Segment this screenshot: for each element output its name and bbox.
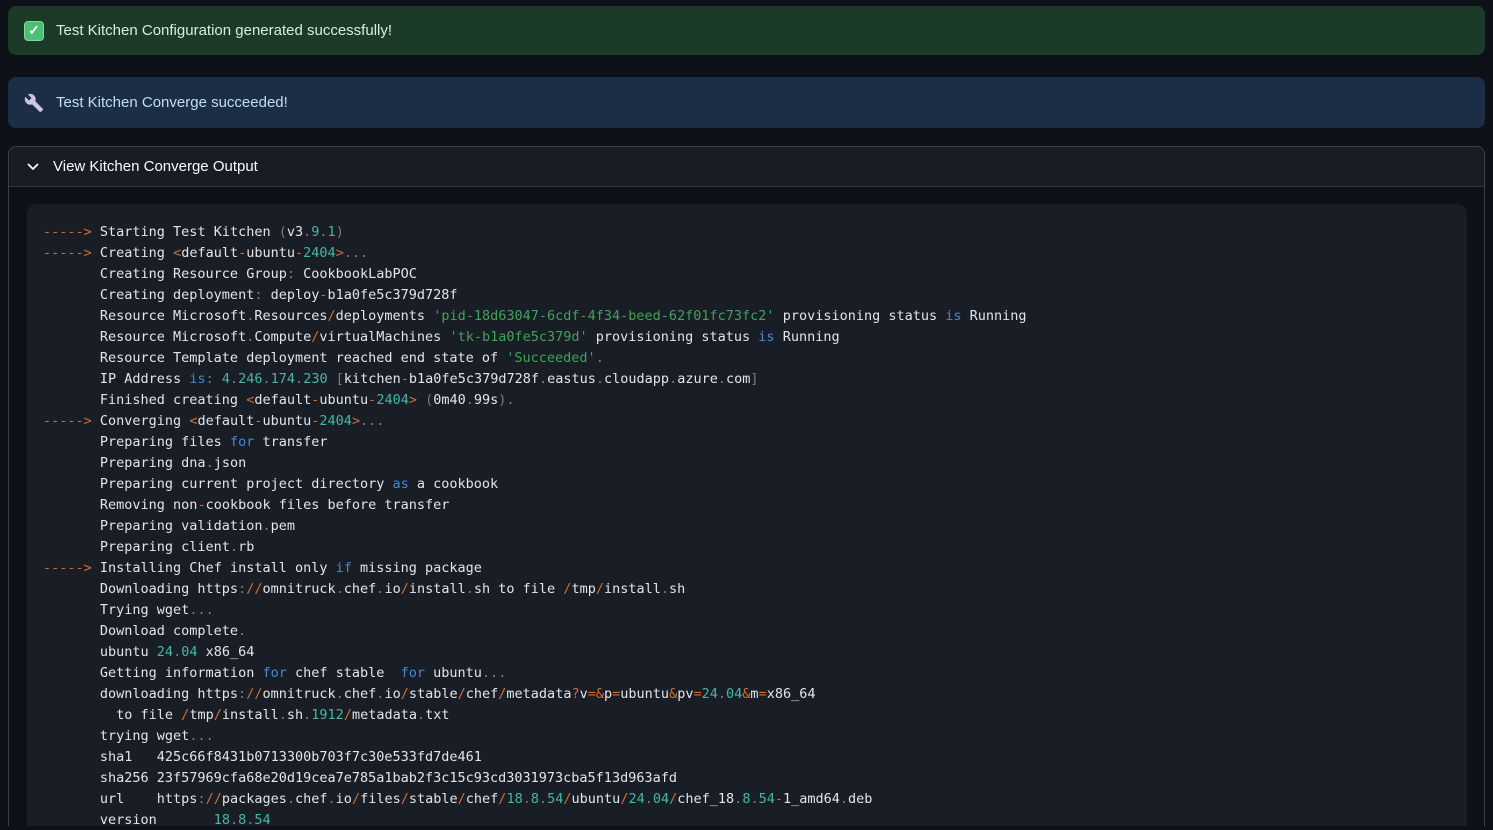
check-icon: ✓ — [24, 21, 44, 41]
code-line: Creating deployment: deploy-b1a0fe5c379d… — [43, 285, 1451, 306]
code-line: downloading https://omnitruck.chef.io/st… — [43, 684, 1451, 705]
code-line: version 18.8.54 — [43, 810, 1451, 826]
expander-label: View Kitchen Converge Output — [53, 158, 258, 175]
converge-output-expander: View Kitchen Converge Output -----> Star… — [8, 146, 1485, 826]
code-line: sha1 425c66f8431b0713300b703f7c30e533fd7… — [43, 747, 1451, 768]
code-line: -----> Starting Test Kitchen (v3.9.1) — [43, 222, 1451, 243]
code-line: IP Address is: 4.246.174.230 [kitchen-b1… — [43, 369, 1451, 390]
code-line: Preparing client.rb — [43, 537, 1451, 558]
code-line: sha256 23f57969cfa68e20d19cea7e785a1bab2… — [43, 768, 1451, 789]
code-line: Trying wget... — [43, 600, 1451, 621]
code-line: Getting information for chef stable for … — [43, 663, 1451, 684]
code-line: trying wget... — [43, 726, 1451, 747]
code-line: -----> Creating <default-ubuntu-2404>... — [43, 243, 1451, 264]
code-line: Preparing current project directory as a… — [43, 474, 1451, 495]
code-line: Finished creating <default-ubuntu-2404> … — [43, 390, 1451, 411]
code-line: Downloading https://omnitruck.chef.io/in… — [43, 579, 1451, 600]
code-line: url https://packages.chef.io/files/stabl… — [43, 789, 1451, 810]
info-banner: Test Kitchen Converge succeeded! — [8, 77, 1485, 128]
code-line: ubuntu 24.04 x86_64 — [43, 642, 1451, 663]
wrench-icon — [24, 93, 44, 113]
terminal-output: -----> Starting Test Kitchen (v3.9.1)---… — [27, 204, 1467, 826]
code-line: Creating Resource Group: CookbookLabPOC — [43, 264, 1451, 285]
code-line: to file /tmp/install.sh.1912/metadata.tx… — [43, 705, 1451, 726]
code-line: -----> Converging <default-ubuntu-2404>.… — [43, 411, 1451, 432]
chevron-down-icon — [25, 159, 41, 175]
code-line: Download complete. — [43, 621, 1451, 642]
code-line: Resource Microsoft.Resources/deployments… — [43, 306, 1451, 327]
code-line: Preparing dna.json — [43, 453, 1451, 474]
code-line: Resource Microsoft.Compute/virtualMachin… — [43, 327, 1451, 348]
code-line: Preparing files for transfer — [43, 432, 1451, 453]
app-root: ✓ Test Kitchen Configuration generated s… — [0, 0, 1493, 830]
success-banner: ✓ Test Kitchen Configuration generated s… — [8, 6, 1485, 55]
code-line: Removing non-cookbook files before trans… — [43, 495, 1451, 516]
expander-header[interactable]: View Kitchen Converge Output — [9, 147, 1484, 187]
success-banner-text: Test Kitchen Configuration generated suc… — [56, 22, 392, 40]
code-line: -----> Installing Chef install only if m… — [43, 558, 1451, 579]
code-line: Preparing validation.pem — [43, 516, 1451, 537]
code-line: Resource Template deployment reached end… — [43, 348, 1451, 369]
expander-body: -----> Starting Test Kitchen (v3.9.1)---… — [9, 187, 1484, 826]
info-banner-text: Test Kitchen Converge succeeded! — [56, 94, 288, 112]
